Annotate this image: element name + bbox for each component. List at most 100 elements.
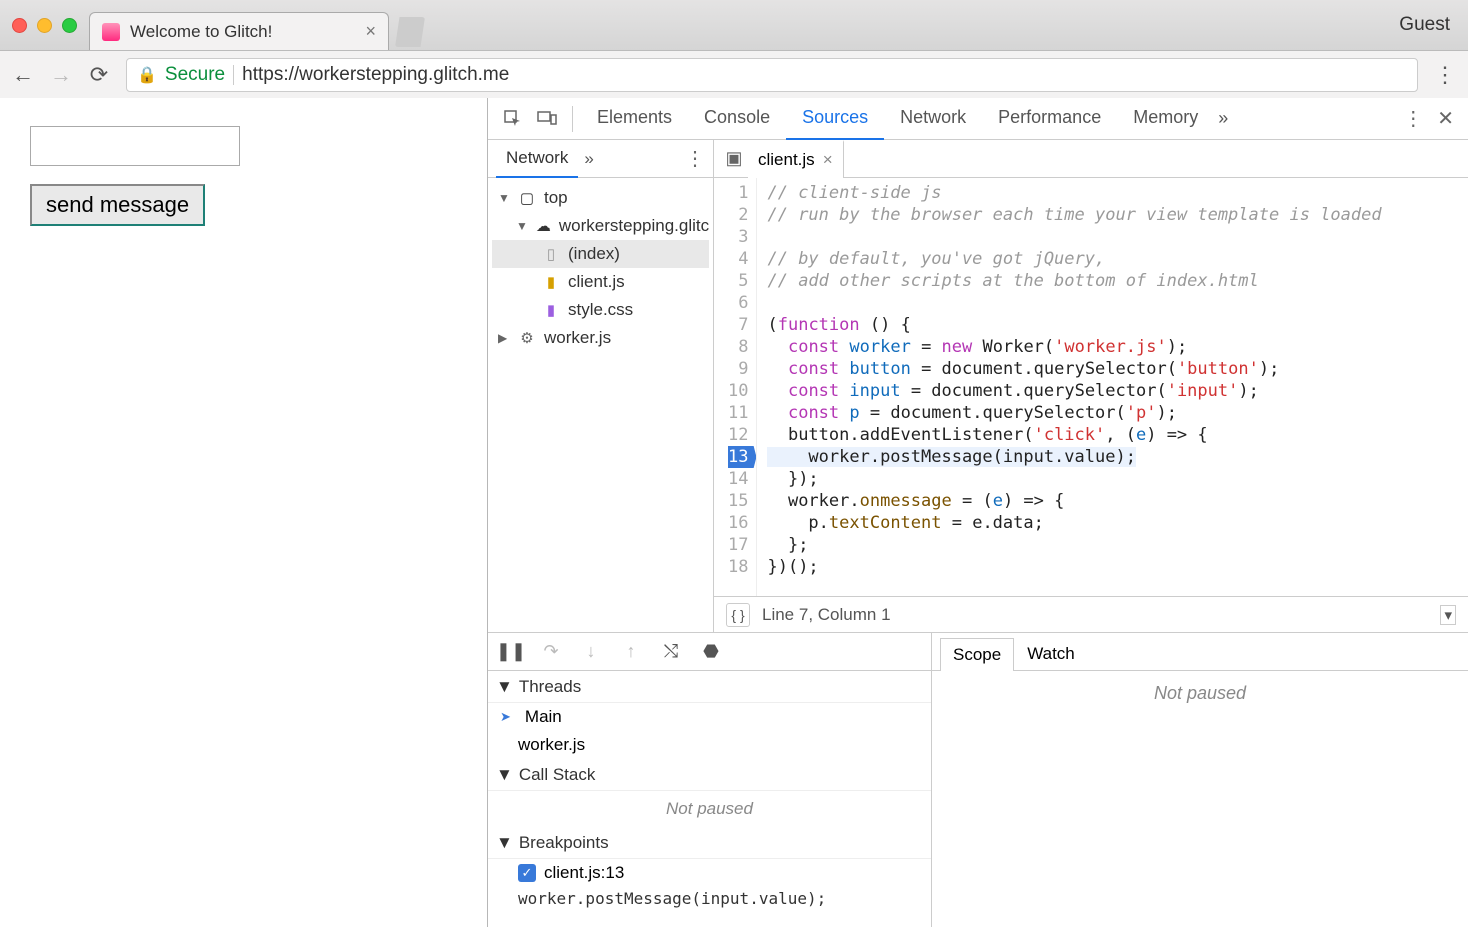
thread-label: worker.js	[518, 735, 585, 755]
tab-console[interactable]: Console	[688, 98, 786, 140]
tab-memory[interactable]: Memory	[1117, 98, 1214, 140]
css-file-icon: ▮	[542, 301, 560, 319]
close-window-button[interactable]	[12, 18, 27, 33]
js-file-icon: ▮	[542, 273, 560, 291]
debugger-toolbar: ❚❚ ↷ ↓ ↑ ⤭ ⬣	[488, 633, 931, 671]
gear-icon: ⚙	[518, 329, 536, 347]
editor-tab-label: client.js	[758, 150, 815, 170]
new-tab-button[interactable]	[395, 17, 425, 47]
tab-performance[interactable]: Performance	[982, 98, 1117, 140]
url-text: https://workerstepping.glitch.me	[242, 64, 509, 86]
forward-button[interactable]: →	[50, 64, 72, 86]
chevron-down-icon: ▼	[516, 219, 528, 233]
navigator-menu-button[interactable]: ⋮	[685, 146, 705, 171]
minimize-window-button[interactable]	[37, 18, 52, 33]
deactivate-breakpoints-button[interactable]: ⤭	[660, 641, 682, 663]
tree-label: top	[544, 188, 568, 208]
devtools-close-button[interactable]: ✕	[1437, 106, 1454, 131]
step-over-button[interactable]: ↷	[540, 641, 562, 663]
debugger-pane: ❚❚ ↷ ↓ ↑ ⤭ ⬣ ▼ Threads Main worker.js	[488, 632, 1468, 927]
tree-domain[interactable]: ▼ ☁ workerstepping.glitch	[492, 212, 709, 240]
close-tab-button[interactable]: ×	[823, 150, 833, 170]
step-out-button[interactable]: ↑	[620, 641, 642, 663]
back-button[interactable]: ←	[12, 64, 34, 86]
editor-tabs: ▣ client.js ×	[714, 140, 1468, 178]
watch-tab[interactable]: Watch	[1014, 637, 1088, 670]
editor-pane: ▣ client.js × 12345678910111213141516171…	[714, 140, 1468, 632]
scope-watch-tabs: Scope Watch	[932, 633, 1468, 671]
inspect-element-button[interactable]	[496, 102, 530, 136]
breakpoint-item[interactable]: ✓ client.js:13	[488, 859, 931, 887]
navigator-overflow-button[interactable]: »	[584, 149, 593, 169]
code-content: // client-side js // run by the browser …	[757, 178, 1391, 596]
separator	[233, 65, 234, 85]
section-label: Breakpoints	[519, 833, 609, 853]
favicon-icon	[102, 23, 120, 41]
maximize-window-button[interactable]	[62, 18, 77, 33]
pretty-print-button[interactable]: { }	[726, 603, 750, 627]
thread-worker[interactable]: worker.js	[488, 731, 931, 759]
tab-network[interactable]: Network	[884, 98, 982, 140]
tree-file-stylecss[interactable]: ▮ style.css	[492, 296, 709, 324]
section-label: Call Stack	[519, 765, 596, 785]
device-toolbar-button[interactable]	[530, 102, 564, 136]
tree-label: worker.js	[544, 328, 611, 348]
cloud-icon: ☁	[536, 217, 551, 235]
cursor-position: Line 7, Column 1	[762, 605, 891, 625]
tab-title: Welcome to Glitch!	[130, 22, 272, 42]
lock-icon: 🔒	[137, 65, 157, 85]
message-input[interactable]	[30, 126, 240, 166]
breakpoint-code: worker.postMessage(input.value);	[488, 887, 931, 916]
editor-nav-button[interactable]: ▣	[720, 148, 748, 169]
chevron-down-icon: ▼	[496, 765, 513, 785]
debugger-right: Scope Watch Not paused	[932, 633, 1468, 927]
reload-button[interactable]: ⟳	[88, 64, 110, 86]
breakpoint-marker[interactable]: 13	[728, 446, 756, 468]
toolbar: ← → ⟳ 🔒 Secure https://workerstepping.gl…	[0, 50, 1468, 98]
browser-tab[interactable]: Welcome to Glitch! ×	[89, 12, 389, 50]
breakpoints-header[interactable]: ▼ Breakpoints	[488, 827, 931, 859]
callstack-header[interactable]: ▼ Call Stack	[488, 759, 931, 791]
profile-label[interactable]: Guest	[1399, 14, 1456, 36]
tab-elements[interactable]: Elements	[581, 98, 688, 140]
tree-frame-top[interactable]: ▼ ▢ top	[492, 184, 709, 212]
navigator-tabs: Network » ⋮	[488, 140, 713, 178]
chevron-right-icon: ▶	[498, 331, 510, 345]
titlebar: Welcome to Glitch! × Guest	[0, 0, 1468, 50]
thread-main[interactable]: Main	[488, 703, 931, 731]
code-editor[interactable]: 123456789101112131415161718 // client-si…	[714, 178, 1468, 596]
close-tab-button[interactable]: ×	[365, 21, 376, 42]
navigator-tab-network[interactable]: Network	[496, 140, 578, 178]
address-bar[interactable]: 🔒 Secure https://workerstepping.glitch.m…	[126, 58, 1418, 92]
breakpoint-location: client.js:13	[544, 863, 624, 883]
editor-tab-clientjs[interactable]: client.js ×	[748, 140, 844, 178]
page-viewport: send message	[0, 98, 488, 927]
scope-tab[interactable]: Scope	[940, 638, 1014, 671]
tabs-overflow-button[interactable]: »	[1218, 108, 1228, 129]
devtools-menu-button[interactable]: ⋮	[1403, 106, 1423, 131]
browser-chrome: Welcome to Glitch! × Guest ← → ⟳ 🔒 Secur…	[0, 0, 1468, 98]
window-controls	[12, 18, 77, 33]
navigator-pane: Network » ⋮ ▼ ▢ top ▼ ☁ workerstepping.g…	[488, 140, 714, 632]
tree-label: client.js	[568, 272, 625, 292]
pause-on-exceptions-button[interactable]: ⬣	[700, 641, 722, 663]
divider	[572, 106, 573, 132]
step-into-button[interactable]: ↓	[580, 641, 602, 663]
chevron-down-icon: ▼	[496, 677, 513, 697]
devtools: Elements Console Sources Network Perform…	[488, 98, 1468, 927]
content-area: send message Elements Console Sources Ne…	[0, 98, 1468, 927]
tab-sources[interactable]: Sources	[786, 98, 884, 140]
scope-empty: Not paused	[932, 671, 1468, 927]
tree-file-clientjs[interactable]: ▮ client.js	[492, 268, 709, 296]
toggle-drawer-button[interactable]: ▾	[1440, 605, 1456, 625]
tree-file-index[interactable]: ▯ (index)	[492, 240, 709, 268]
line-gutter[interactable]: 123456789101112131415161718	[714, 178, 757, 596]
tree-worker[interactable]: ▶ ⚙ worker.js	[492, 324, 709, 352]
browser-menu-button[interactable]: ⋮	[1434, 62, 1456, 88]
threads-header[interactable]: ▼ Threads	[488, 671, 931, 703]
pause-button[interactable]: ❚❚	[500, 641, 522, 663]
tree-label: workerstepping.glitch	[559, 216, 709, 236]
send-message-button[interactable]: send message	[30, 184, 205, 226]
editor-statusbar: { } Line 7, Column 1 ▾	[714, 596, 1468, 632]
breakpoint-checkbox[interactable]: ✓	[518, 864, 536, 882]
